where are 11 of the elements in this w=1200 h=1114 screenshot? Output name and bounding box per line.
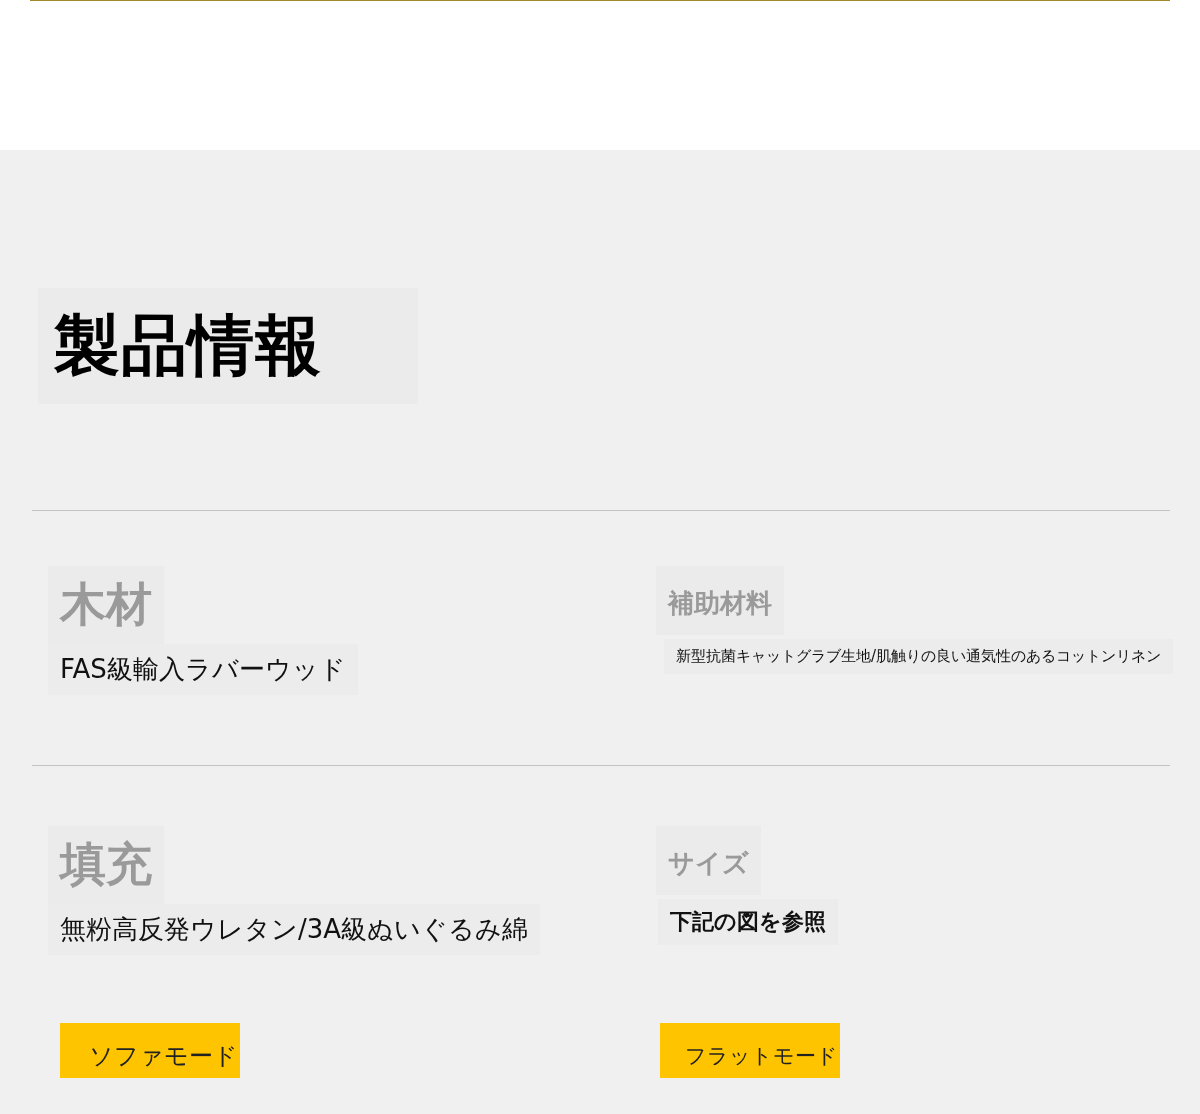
spec-value: 無粉高反発ウレタン/3A級ぬいぐるみ綿 <box>48 904 541 955</box>
spec-value: FAS級輸入ラバーウッド <box>48 644 358 695</box>
spec-value: 下記の図を参照 <box>658 899 838 945</box>
mode-button[interactable]: ソファモード <box>60 1023 240 1078</box>
spec-label: サイズ <box>656 826 761 895</box>
spec-label: 補助材料 <box>656 566 784 635</box>
spec-label: 木材 <box>48 566 164 644</box>
section-heading: 製品情報 <box>54 306 322 386</box>
mode-button[interactable]: フラットモード <box>660 1023 840 1078</box>
spec-value: 新型抗菌キャットグラブ生地/肌触りの良い通気性のあるコットンリネン <box>664 639 1174 674</box>
spec-label: 填充 <box>48 826 164 904</box>
